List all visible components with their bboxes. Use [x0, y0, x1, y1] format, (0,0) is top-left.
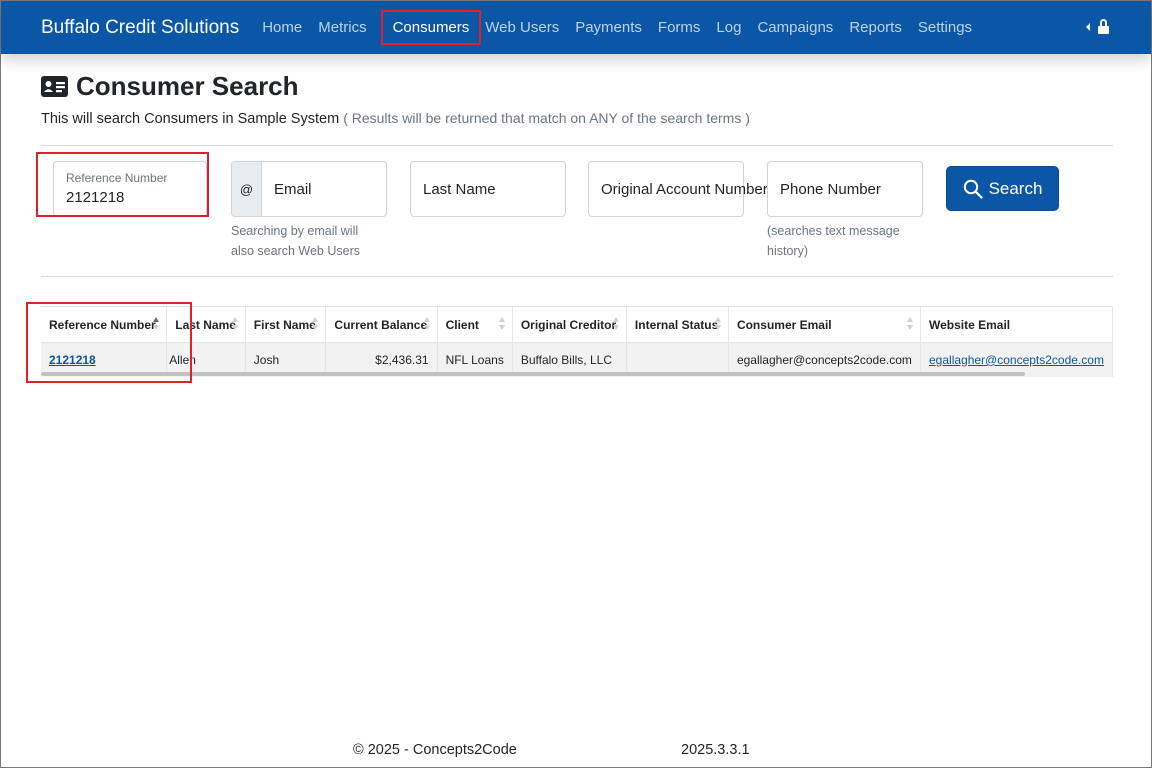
page-subtitle: This will search Consumers in Sample Sys…: [41, 110, 750, 127]
nav-reports[interactable]: Reports: [849, 19, 910, 36]
nav-payments[interactable]: Payments: [575, 19, 650, 36]
sort-icon: [612, 317, 620, 331]
nav-consumers[interactable]: Consumers: [380, 10, 482, 45]
col-website-email[interactable]: Website Email: [920, 306, 1113, 343]
email-field[interactable]: @ Email: [231, 161, 387, 217]
phone-number-field[interactable]: Phone Number: [767, 161, 923, 217]
last-name-field[interactable]: Last Name: [410, 161, 566, 217]
subtitle-text: This will search Consumers in Sample Sys…: [41, 111, 340, 127]
col-internal-status[interactable]: Internal Status: [626, 306, 729, 343]
nav-log[interactable]: Log: [716, 19, 749, 36]
sort-icon: [498, 317, 506, 331]
phone-help-text: (searches text message history): [767, 224, 900, 258]
lock-icon: [1098, 19, 1109, 35]
nav-user-menu[interactable]: [1086, 19, 1109, 35]
phone-placeholder: Phone Number: [780, 181, 881, 198]
last-name-placeholder: Last Name: [423, 181, 496, 198]
website-email-link[interactable]: egallagher@concepts2code.com: [929, 353, 1104, 367]
sort-icon: [312, 317, 319, 331]
divider-top: [41, 145, 1113, 146]
search-button-label: Search: [988, 178, 1043, 198]
brand-name[interactable]: Buffalo Credit Solutions: [41, 17, 239, 39]
col-consumer-email[interactable]: Consumer Email: [728, 306, 922, 343]
page-heading: Consumer Search: [41, 71, 299, 102]
search-icon: [963, 179, 983, 199]
highlight-reference-field: [36, 152, 209, 217]
col-client[interactable]: Client: [437, 306, 513, 343]
nav-forms[interactable]: Forms: [658, 19, 709, 36]
top-navbar: Buffalo Credit Solutions Home Metrics Co…: [1, 1, 1151, 54]
sort-icon: [714, 317, 722, 331]
footer-version: 2025.3.3.1: [681, 742, 750, 758]
sort-icon: [423, 317, 431, 331]
col-current-balance[interactable]: Current Balance: [325, 306, 438, 343]
sort-icon: [231, 317, 239, 331]
email-placeholder: Email: [274, 181, 312, 198]
original-account-number-field[interactable]: Original Account Number: [588, 161, 768, 217]
highlight-reference-column: [26, 302, 192, 383]
caret-left-icon: [1086, 23, 1090, 31]
divider-bottom: [41, 276, 1113, 277]
subtitle-note: ( Results will be returned that match on…: [343, 110, 750, 126]
at-icon: @: [232, 162, 262, 216]
col-original-creditor[interactable]: Original Creditor: [512, 306, 627, 343]
sort-icon: [907, 317, 914, 331]
results-table-container: Reference Number Last Name First Name Cu…: [41, 306, 1113, 378]
nav-campaigns[interactable]: Campaigns: [757, 19, 841, 36]
table-header-row: Reference Number Last Name First Name Cu…: [41, 306, 1113, 343]
email-help-text: Searching by email will also search Web …: [231, 224, 360, 258]
nav-metrics[interactable]: Metrics: [318, 19, 374, 36]
results-table: Reference Number Last Name First Name Cu…: [41, 306, 1113, 377]
search-button[interactable]: Search: [946, 166, 1059, 211]
col-first-name[interactable]: First Name: [245, 306, 327, 343]
nav-web-users[interactable]: Web Users: [485, 19, 567, 36]
footer-copyright: © 2025 - Concepts2Code: [353, 742, 517, 758]
nav-settings[interactable]: Settings: [918, 19, 980, 36]
id-card-icon: [41, 76, 68, 97]
original-account-placeholder: Original Account Number: [601, 181, 768, 198]
page-title: Consumer Search: [76, 71, 299, 101]
nav-home[interactable]: Home: [262, 19, 310, 36]
